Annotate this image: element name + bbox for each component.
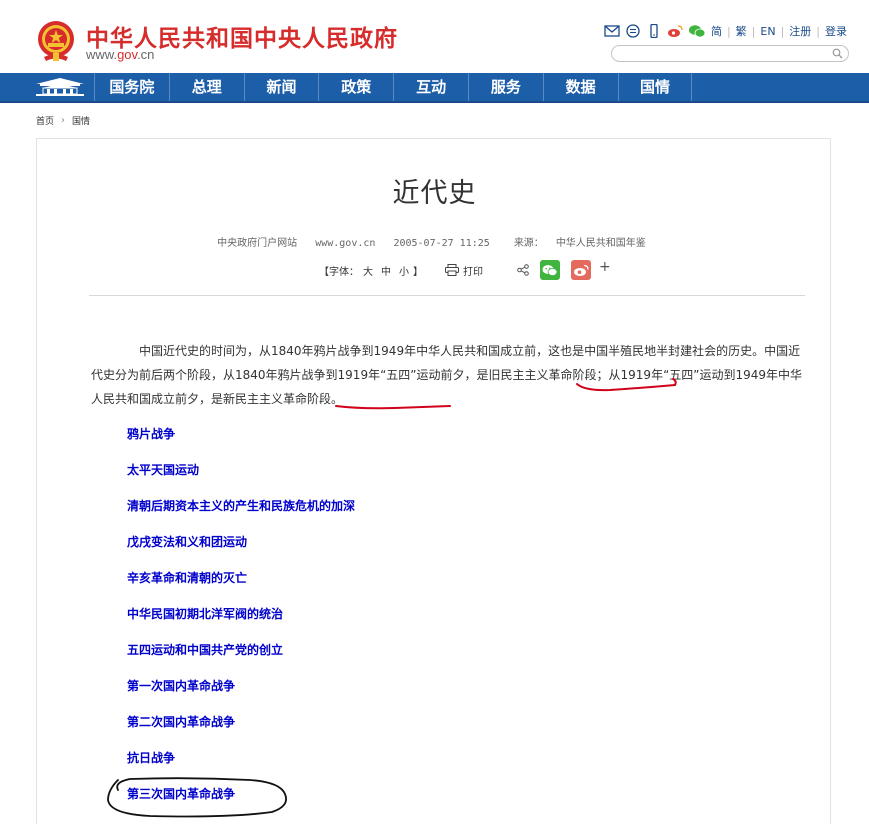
topic-link[interactable]: 第一次国内革命战争 <box>127 674 355 710</box>
home-building-icon[interactable] <box>30 75 90 99</box>
lang-simplified-link[interactable]: 简 <box>711 23 722 39</box>
site-url: www.gov.cn <box>86 47 154 62</box>
meta-url: www.gov.cn <box>315 238 376 249</box>
search-icon[interactable] <box>832 48 843 59</box>
highlight-old-democratic-revolution: 民主主义革命阶段 <box>500 368 597 382</box>
topic-link[interactable]: 辛亥革命和清朝的灭亡 <box>127 566 355 602</box>
nav-item-news[interactable]: 新闻 <box>243 73 319 101</box>
site-url-domain: gov <box>117 47 138 62</box>
topic-link[interactable]: 抗日战争 <box>127 746 355 782</box>
nav-item-interaction[interactable]: 互动 <box>393 73 468 101</box>
share-icon[interactable] <box>517 264 529 276</box>
print-button[interactable]: 打印 <box>445 263 483 278</box>
header-divider <box>89 295 805 296</box>
article-meta: 中央政府门户网站 www.gov.cn 2005-07-27 11:25 来源：… <box>37 234 832 249</box>
search-input[interactable] <box>620 50 830 66</box>
meta-source-value: 中华人民共和国年鉴 <box>555 238 646 249</box>
font-size-label: 【字体： <box>319 266 359 278</box>
paragraph-part-3: 。 <box>331 392 344 406</box>
meta-source-label: 来源： <box>513 238 544 249</box>
meta-datetime: 2005-07-27 11:25 <box>393 238 490 249</box>
main-nav: 国务院 总理 新闻 政策 互动 服务 数据 国情 <box>0 73 869 103</box>
wechat-icon[interactable] <box>688 24 706 38</box>
nav-items: 国务院 总理 新闻 政策 互动 服务 数据 国情 <box>94 73 693 101</box>
topic-link[interactable]: 五四运动和中国共产党的创立 <box>127 638 355 674</box>
intro-paragraph: 中国近代史的时间为，从1840年鸦片战争到1949年中华人民共和国成立前，这也是… <box>91 339 807 411</box>
national-emblem-icon[interactable] <box>36 19 76 63</box>
site-url-suffix: .cn <box>137 47 155 62</box>
breadcrumb-home[interactable]: 首页 <box>36 114 54 127</box>
printer-icon <box>445 264 459 276</box>
separator: | <box>816 24 820 38</box>
lang-traditional-link[interactable]: 繁 <box>736 23 747 39</box>
meta-source-site: 中央政府门户网站 <box>217 238 298 249</box>
font-size-small-button[interactable]: 小 <box>399 263 409 278</box>
article-tools: 【字体： 大 中 小 】 打印 + <box>319 259 611 280</box>
article-panel: 近代史 中央政府门户网站 www.gov.cn 2005-07-27 11:25… <box>36 138 831 824</box>
topic-link[interactable]: 第二次国内革命战争 <box>127 710 355 746</box>
site-header: 中华人民共和国中央人民政府 www.gov.cn 简 | 繁 | EN | 注册… <box>0 0 869 73</box>
more-share-plus-icon[interactable]: + <box>599 259 611 275</box>
highlight-new-democratic-revolution: 新民主主义革命阶段 <box>223 392 332 406</box>
print-label: 打印 <box>463 266 483 278</box>
meta-source: 来源： 中华人民共和国年鉴 <box>508 238 652 249</box>
topic-link[interactable]: 清朝后期资本主义的产生和民族危机的加深 <box>127 494 355 530</box>
nav-item-premier[interactable]: 总理 <box>168 73 244 101</box>
register-link[interactable]: 注册 <box>789 23 811 39</box>
breadcrumb: 首页 › 国情 <box>36 114 90 127</box>
article-title: 近代史 <box>392 178 477 209</box>
topic-link[interactable]: 中华民国初期北洋军阀的统治 <box>127 602 355 638</box>
separator: | <box>726 24 731 38</box>
site-url-prefix: www. <box>86 47 118 62</box>
topic-link[interactable]: 鸦片战争 <box>127 422 355 458</box>
search-box <box>611 45 849 66</box>
message-icon[interactable] <box>625 24 641 38</box>
topic-link[interactable]: 第三次国内革命战争 <box>127 782 355 818</box>
nav-item-national-info[interactable]: 国情 <box>617 73 693 101</box>
login-link[interactable]: 登录 <box>825 23 847 39</box>
topic-list: 鸦片战争 太平天国运动 清朝后期资本主义的产生和民族危机的加深 戊戌变法和义和团… <box>127 422 355 818</box>
topic-link[interactable]: 戊戌变法和义和团运动 <box>127 530 355 566</box>
nav-item-policy[interactable]: 政策 <box>318 73 393 101</box>
mobile-icon[interactable] <box>646 24 662 38</box>
chevron-right-icon: › <box>61 115 66 126</box>
wechat-share-button[interactable] <box>540 260 560 280</box>
top-tools: 简 | 繁 | EN | 注册 | 登录 <box>604 23 847 39</box>
breadcrumb-national-info[interactable]: 国情 <box>72 114 90 127</box>
weibo-icon <box>574 264 589 276</box>
separator: | <box>751 24 756 38</box>
font-size-large-button[interactable]: 大 <box>363 263 373 278</box>
wechat-icon <box>542 264 558 276</box>
nav-item-state-council[interactable]: 国务院 <box>94 73 169 101</box>
font-size-medium-button[interactable]: 中 <box>381 263 391 278</box>
nav-item-services[interactable]: 服务 <box>467 73 543 101</box>
mail-icon[interactable] <box>604 24 620 38</box>
topic-link[interactable]: 太平天国运动 <box>127 458 355 494</box>
font-size-label-close: 】 <box>413 266 423 278</box>
weibo-icon[interactable] <box>667 24 683 38</box>
weibo-share-button[interactable] <box>571 260 591 280</box>
lang-english-link[interactable]: EN <box>760 25 775 38</box>
nav-item-data[interactable]: 数据 <box>542 73 618 101</box>
separator: | <box>780 24 785 38</box>
